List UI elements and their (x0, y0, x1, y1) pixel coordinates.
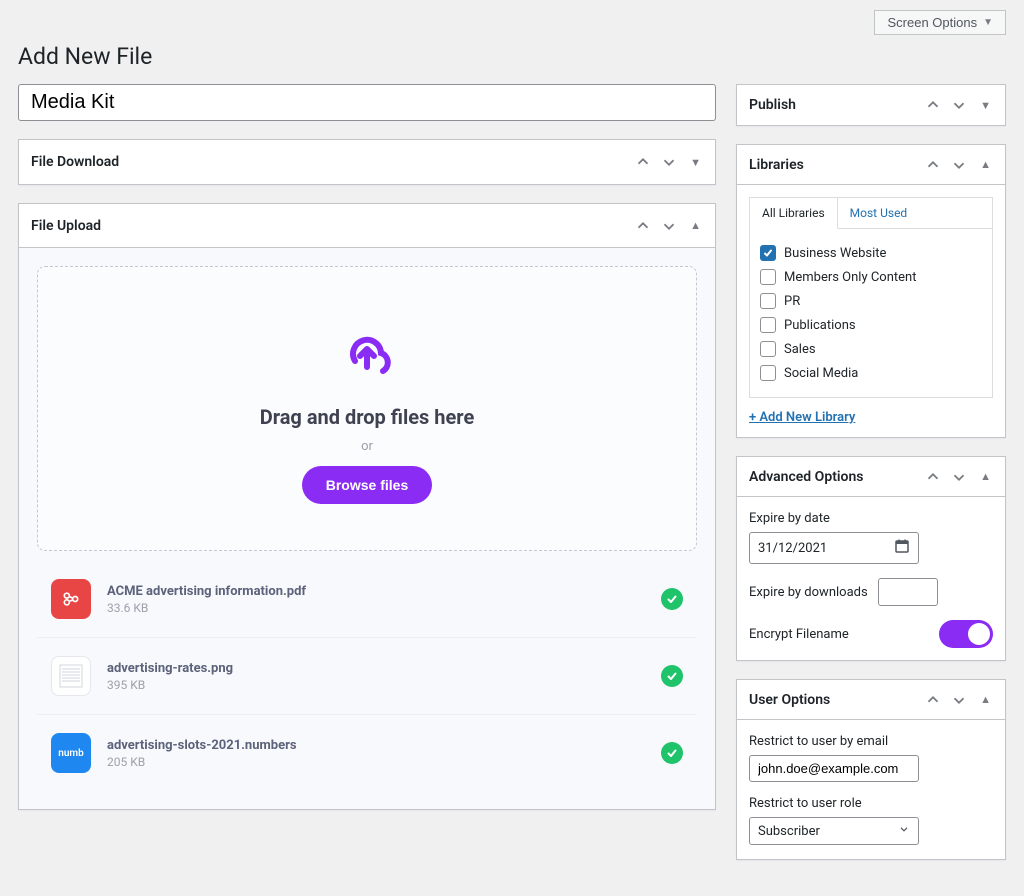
move-down-icon[interactable] (948, 154, 970, 176)
file-size: 395 KB (107, 678, 645, 692)
move-up-icon[interactable] (922, 154, 944, 176)
move-down-icon[interactable] (948, 466, 970, 488)
expire-date-value: 31/12/2021 (758, 541, 827, 556)
tab-most-used[interactable]: Most Used (838, 198, 920, 229)
restrict-email-label: Restrict to user by email (749, 734, 993, 749)
add-new-library-link[interactable]: + Add New Library (749, 410, 855, 425)
file-pdf-icon (51, 579, 91, 619)
encrypt-toggle[interactable] (939, 620, 993, 648)
checkbox[interactable] (760, 293, 776, 309)
library-label: Sales (784, 342, 816, 357)
file-size: 205 KB (107, 755, 645, 769)
calendar-icon (894, 538, 910, 558)
file-name: ACME advertising information.pdf (107, 584, 645, 599)
library-item[interactable]: PR (760, 289, 982, 313)
panel-title-user-options: User Options (749, 692, 830, 708)
move-down-icon[interactable] (658, 215, 680, 237)
dropzone-title: Drag and drop files here (58, 405, 676, 429)
panel-title-file-download: File Download (31, 154, 119, 170)
library-item[interactable]: Business Website (760, 241, 982, 265)
screen-options-label: Screen Options (887, 15, 977, 30)
panel-title-libraries: Libraries (749, 157, 804, 173)
cloud-upload-icon (339, 327, 395, 375)
toggle-panel-icon[interactable]: ▲ (978, 156, 993, 173)
panel-title-advanced: Advanced Options (749, 469, 863, 485)
checkbox[interactable] (760, 245, 776, 261)
move-up-icon[interactable] (632, 215, 654, 237)
page-title: Add New File (18, 43, 1006, 70)
file-name: advertising-slots-2021.numbers (107, 738, 645, 753)
library-item[interactable]: Social Media (760, 361, 982, 385)
toggle-panel-icon[interactable]: ▼ (978, 97, 993, 114)
upload-success-icon (661, 742, 683, 764)
browse-files-button[interactable]: Browse files (302, 466, 432, 504)
restrict-email-input[interactable] (749, 755, 919, 782)
panel-title-file-upload: File Upload (31, 218, 101, 234)
tab-all-libraries[interactable]: All Libraries (750, 198, 838, 229)
panel-publish: Publish ▼ (736, 84, 1006, 126)
file-name: advertising-rates.png (107, 661, 645, 676)
library-label: PR (784, 294, 800, 309)
encrypt-label: Encrypt Filename (749, 627, 849, 642)
library-item[interactable]: Publications (760, 313, 982, 337)
panel-advanced: Advanced Options ▲ Expire by date 31/12/… (736, 456, 1006, 661)
toggle-panel-icon[interactable]: ▲ (978, 468, 993, 485)
panel-libraries: Libraries ▲ All Libraries Most Used Busi… (736, 144, 1006, 438)
move-up-icon[interactable] (632, 151, 654, 173)
panel-file-upload: File Upload ▲ Drag and drop files here o… (18, 203, 716, 810)
move-up-icon[interactable] (922, 689, 944, 711)
library-label: Members Only Content (784, 270, 916, 285)
library-label: Business Website (784, 246, 886, 261)
restrict-role-value: Subscriber (758, 824, 820, 839)
expire-downloads-input[interactable] (878, 578, 938, 606)
move-up-icon[interactable] (922, 94, 944, 116)
file-row[interactable]: numb advertising-slots-2021.numbers 205 KB (37, 715, 697, 791)
file-row[interactable]: ACME advertising information.pdf 33.6 KB (37, 561, 697, 638)
screen-options-button[interactable]: Screen Options ▼ (874, 10, 1006, 35)
checkbox[interactable] (760, 269, 776, 285)
caret-down-icon: ▼ (983, 17, 993, 28)
toggle-panel-icon[interactable]: ▲ (688, 217, 703, 234)
file-row[interactable]: advertising-rates.png 395 KB (37, 638, 697, 715)
upload-success-icon (661, 588, 683, 610)
move-up-icon[interactable] (922, 466, 944, 488)
expire-date-input[interactable]: 31/12/2021 (749, 532, 919, 564)
checkbox[interactable] (760, 341, 776, 357)
restrict-role-select[interactable]: Subscriber (749, 817, 919, 845)
move-down-icon[interactable] (948, 94, 970, 116)
file-image-icon (51, 656, 91, 696)
title-input[interactable] (18, 84, 716, 121)
library-item[interactable]: Sales (760, 337, 982, 361)
expire-downloads-label: Expire by downloads (749, 585, 868, 600)
dropzone-or: or (58, 439, 676, 454)
dropzone[interactable]: Drag and drop files here or Browse files (37, 266, 697, 551)
toggle-panel-icon[interactable]: ▼ (688, 154, 703, 171)
restrict-role-label: Restrict to user role (749, 796, 993, 811)
checkbox[interactable] (760, 365, 776, 381)
file-numbers-icon: numb (51, 733, 91, 773)
library-item[interactable]: Members Only Content (760, 265, 982, 289)
move-down-icon[interactable] (948, 689, 970, 711)
panel-user-options: User Options ▲ Restrict to user by email… (736, 679, 1006, 860)
toggle-panel-icon[interactable]: ▲ (978, 691, 993, 708)
library-label: Publications (784, 318, 856, 333)
library-label: Social Media (784, 366, 858, 381)
file-size: 33.6 KB (107, 601, 645, 615)
checkbox[interactable] (760, 317, 776, 333)
panel-file-download: File Download ▼ (18, 139, 716, 185)
move-down-icon[interactable] (658, 151, 680, 173)
panel-title-publish: Publish (749, 97, 796, 113)
expire-date-label: Expire by date (749, 511, 993, 526)
chevron-down-icon (898, 823, 910, 839)
upload-success-icon (661, 665, 683, 687)
